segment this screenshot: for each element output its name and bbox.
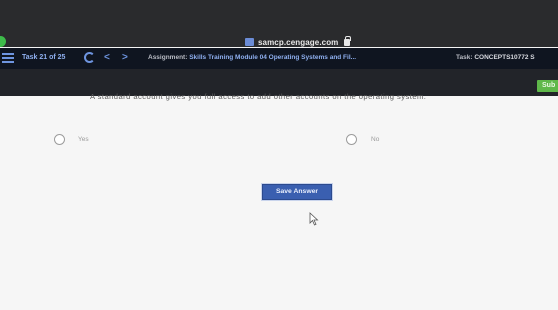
submit-button[interactable]: Sub [537, 80, 558, 92]
reset-icon[interactable] [84, 52, 95, 63]
address-bar[interactable]: samcp.cengage.com [245, 35, 352, 48]
option-yes-label[interactable]: Yes [78, 136, 89, 143]
save-answer-button[interactable]: Save Answer [262, 184, 332, 200]
option-no-label[interactable]: No [371, 136, 379, 143]
task-label: Task: [456, 54, 473, 61]
task-counter[interactable]: Task 21 of 25 [22, 54, 65, 61]
menu-icon[interactable] [2, 53, 14, 63]
lock-icon [344, 35, 352, 46]
next-task-chevron-icon[interactable]: > [122, 52, 128, 63]
task-id: CONCEPTS10772 S [474, 54, 535, 61]
option-no-radio[interactable] [346, 134, 357, 145]
option-yes-radio[interactable] [54, 134, 65, 145]
assignment-info: Assignment: Skills Training Module 04 Op… [148, 54, 356, 61]
assignment-title: Skills Training Module 04 Operating Syst… [189, 54, 357, 61]
site-favicon-icon [245, 38, 254, 46]
window-indicator [0, 36, 6, 47]
question-text: A standard account gives you full access… [90, 92, 427, 101]
url-text: samcp.cengage.com [258, 37, 339, 47]
assignment-label: Assignment: [148, 54, 188, 61]
previous-task-chevron-icon[interactable]: < [104, 52, 110, 63]
question-panel [0, 96, 558, 310]
task-toolbar: Task 21 of 25 < > Assignment: Skills Tra… [0, 48, 558, 69]
task-info: Task: CONCEPTS10772 S [456, 54, 535, 61]
browser-chrome: samcp.cengage.com [0, 0, 558, 47]
mouse-pointer-icon [309, 212, 319, 226]
